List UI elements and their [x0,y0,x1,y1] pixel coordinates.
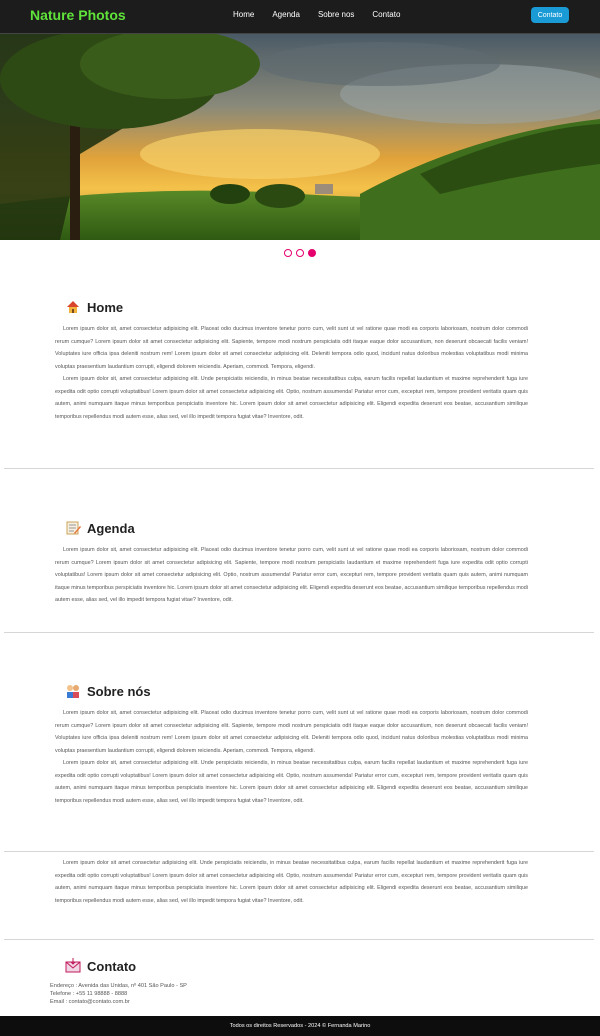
extra-paragraph-1: Lorem ipsum dolor sit amet consectetur a… [55,860,528,904]
people-icon [65,683,81,699]
section-divider [4,939,594,940]
footer: Todos os direitos Reservados - 2024 © Fe… [0,1016,600,1036]
home-heading: Home [65,299,528,315]
sobre-section: Sobre nós Lorem ipsum dolor sit, amet co… [55,683,528,807]
sobre-paragraph-2: Lorem ipsum dolor sit, amet consectetur … [55,760,528,804]
contato-section: Contato Endereço : Avenida das Unidas, n… [50,958,528,1006]
navbar: Nature Photos Home Agenda Sobre nos Cont… [0,0,600,34]
agenda-section: Agenda Lorem ipsum dolor sit, amet conse… [55,520,528,607]
nav-link-agenda[interactable]: Agenda [272,10,300,19]
nav-link-contato[interactable]: Contato [372,10,400,19]
contato-button[interactable]: Contato [531,7,569,23]
sobre-title: Sobre nós [87,683,151,699]
home-title: Home [87,299,124,315]
hero-carousel-image [0,34,600,240]
agenda-heading: Agenda [65,520,528,536]
nav-links: Home Agenda Sobre nos Contato [233,10,418,19]
memo-icon [65,520,81,536]
house-icon [65,299,81,315]
contact-phone: Telefone : +55 11 98888 - 8888 [50,991,128,997]
home-section: Home Lorem ipsum dolor sit, amet consect… [55,299,528,423]
section-divider [4,468,594,469]
home-paragraph-1: Lorem ipsum dolor sit, amet consectetur … [55,326,528,370]
nav-link-home[interactable]: Home [233,10,254,19]
sobre-paragraph-1: Lorem ipsum dolor sit, amet consectetur … [55,710,528,754]
contato-title: Contato [87,958,137,974]
extra-section: Lorem ipsum dolor sit amet consectetur a… [55,857,528,907]
carousel-indicators [0,249,600,257]
carousel-dot-3[interactable] [308,249,316,257]
nav-link-sobre[interactable]: Sobre nos [318,10,354,19]
brand-logo[interactable]: Nature Photos [30,7,126,23]
footer-text: Todos os direitos Reservados - 2024 © Fe… [229,1023,371,1029]
home-paragraph-2: Lorem ipsum dolor sit, amet consectetur … [55,376,528,420]
landscape-photo [0,34,600,240]
section-divider [4,851,594,852]
contact-email[interactable]: Email : contato@contato.com.br [50,998,528,1006]
carousel-dot-2[interactable] [296,249,304,257]
carousel-dot-1[interactable] [284,249,292,257]
agenda-paragraph-1: Lorem ipsum dolor sit, amet consectetur … [55,547,528,603]
section-divider [4,632,594,633]
agenda-title: Agenda [87,520,135,536]
envelope-icon [65,958,81,974]
contato-heading: Contato [65,958,528,974]
sobre-heading: Sobre nós [65,683,528,699]
contact-address: Endereço : Avenida das Unidas, nº 401 Sã… [50,983,187,989]
